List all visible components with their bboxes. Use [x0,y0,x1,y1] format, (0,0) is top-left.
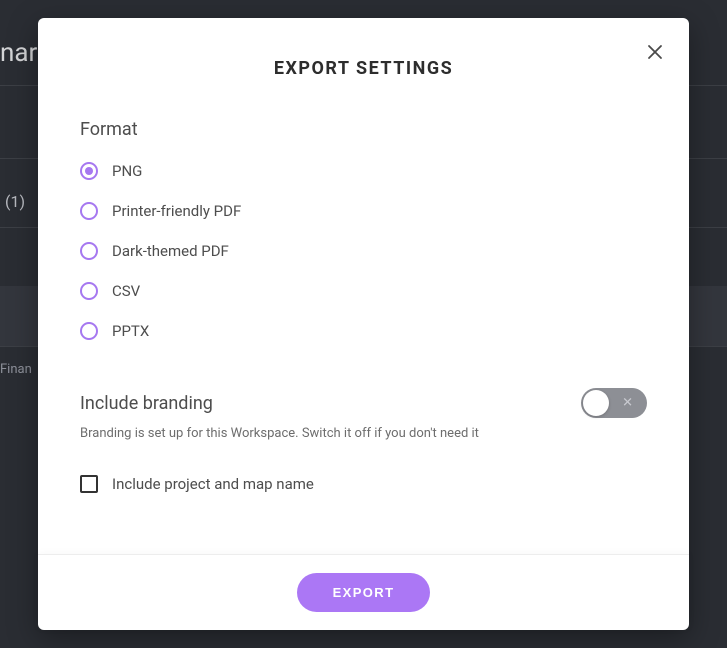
close-icon [647,44,663,60]
format-option-png[interactable]: PNG [80,162,647,180]
radio-icon [80,282,98,300]
radio-label: PNG [112,162,142,180]
format-option-dark-pdf[interactable]: Dark-themed PDF [80,242,647,260]
radio-icon [80,162,98,180]
bg-text: (1) [5,192,25,211]
format-option-pptx[interactable]: PPTX [80,322,647,340]
branding-toggle[interactable]: ✕ [581,388,647,418]
radio-label: PPTX [112,322,149,340]
format-section-title: Format [80,119,647,140]
toggle-off-icon: ✕ [622,397,633,410]
modal-header: EXPORT SETTINGS [38,18,689,89]
include-project-map-checkbox[interactable]: Include project and map name [80,475,647,493]
format-option-csv[interactable]: CSV [80,282,647,300]
modal-footer: EXPORT [38,554,689,630]
checkbox-icon [80,475,98,493]
toggle-knob [583,390,609,416]
branding-row: Include branding ✕ [80,388,647,418]
close-button[interactable] [641,38,669,66]
radio-icon [80,202,98,220]
modal-body: Format PNG Printer-friendly PDF Dark-the… [38,89,689,554]
format-radio-group: PNG Printer-friendly PDF Dark-themed PDF… [80,162,647,340]
bg-text: Finan [0,362,32,377]
radio-label: CSV [112,282,140,300]
export-settings-modal: EXPORT SETTINGS Format PNG Printer-frien… [38,18,689,630]
branding-title: Include branding [80,393,213,414]
export-button[interactable]: EXPORT [297,573,431,612]
branding-description: Branding is set up for this Workspace. S… [80,426,647,441]
radio-label: Dark-themed PDF [112,242,229,260]
radio-icon [80,242,98,260]
radio-label: Printer-friendly PDF [112,202,241,220]
modal-title: EXPORT SETTINGS [38,58,689,79]
checkbox-label: Include project and map name [112,475,314,493]
radio-icon [80,322,98,340]
format-option-printer-pdf[interactable]: Printer-friendly PDF [80,202,647,220]
bg-text: nar [0,38,37,68]
